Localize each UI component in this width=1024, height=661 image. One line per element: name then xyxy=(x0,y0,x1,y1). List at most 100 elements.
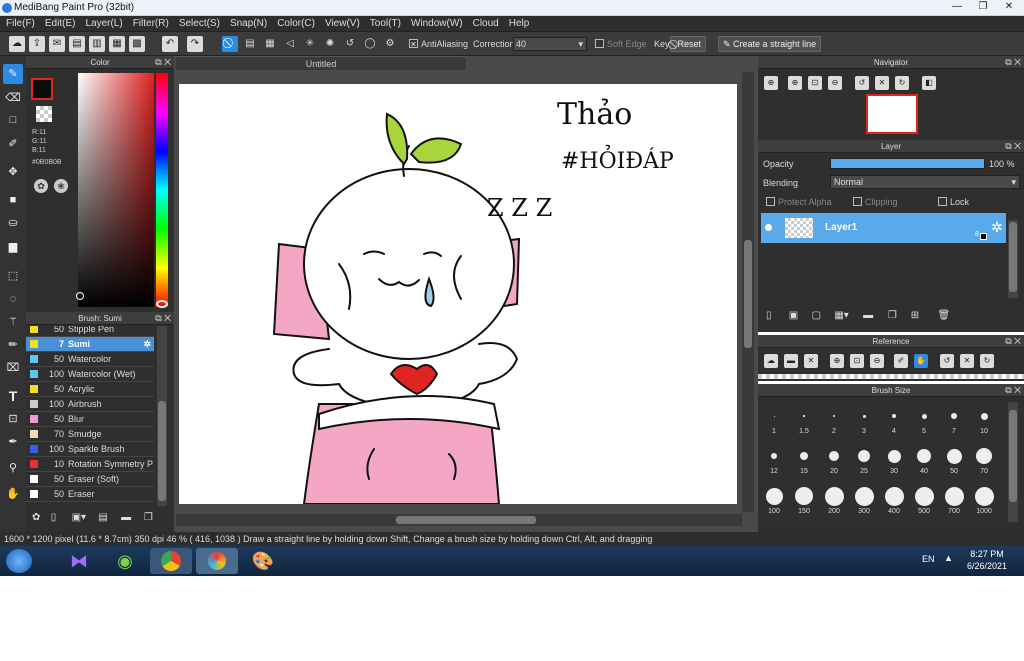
menu-select[interactable]: Select(S) xyxy=(174,16,225,32)
color-history-icon[interactable]: ❀ xyxy=(54,179,68,193)
reset-view-icon[interactable]: ✕ xyxy=(960,354,974,368)
fit-icon[interactable]: ⊡ xyxy=(850,354,864,368)
menu-view[interactable]: View(V) xyxy=(320,16,365,32)
upload-icon[interactable]: ⇪ xyxy=(29,36,45,52)
brush-list-item[interactable]: 50 Blur xyxy=(26,412,154,427)
brush-size-option[interactable]: 5 xyxy=(909,406,939,440)
cloud-icon[interactable]: ☁ xyxy=(9,36,25,52)
select-tool-icon[interactable]: ⬚ xyxy=(3,266,23,286)
rotate-right-icon[interactable]: ↻ xyxy=(980,354,994,368)
brush-size-option[interactable]: 7 xyxy=(939,406,969,440)
bucket-tool-icon[interactable]: ⛀ xyxy=(3,213,23,233)
brush-size-option[interactable]: 1 xyxy=(759,406,789,440)
brush-list-item[interactable]: 100 Watercolor (Wet) xyxy=(26,367,154,382)
foreground-color-swatch[interactable] xyxy=(31,78,53,100)
hand-tool-icon[interactable]: ✋ xyxy=(3,484,23,504)
visibility-icon[interactable] xyxy=(765,224,772,231)
brush-settings-icon[interactable]: ▤ xyxy=(98,512,118,523)
brush-size-option[interactable]: 50 xyxy=(939,446,969,480)
navigator-thumbnail[interactable] xyxy=(866,94,918,134)
gear-icon[interactable]: ✲ xyxy=(991,219,1003,236)
reset-button[interactable]: ⃠ Reset xyxy=(670,36,707,52)
menu-snap[interactable]: Snap(N) xyxy=(225,16,272,32)
scrollbar-thumb[interactable] xyxy=(158,401,166,501)
undo-icon[interactable]: ↶ xyxy=(162,36,178,52)
maximize-button[interactable]: ❐ xyxy=(970,0,996,14)
brush-list-item[interactable]: 50 Acrylic xyxy=(26,382,154,397)
hue-slider-handle[interactable] xyxy=(156,300,168,308)
menu-cloud[interactable]: Cloud xyxy=(468,16,504,32)
scrollbar-thumb[interactable] xyxy=(396,516,536,524)
new-layer-icon[interactable]: ▯ xyxy=(766,310,786,321)
gradient-tool-icon[interactable]: ▆ xyxy=(3,237,23,257)
clipping-checkbox[interactable] xyxy=(853,197,862,207)
chrome-icon[interactable] xyxy=(150,548,192,574)
panel-close-icon[interactable]: ⧉ ✕ xyxy=(1005,335,1021,348)
eyedropper-tool-icon[interactable]: ⚲ xyxy=(3,458,23,478)
panel-close-icon[interactable]: ⧉ ✕ xyxy=(1005,384,1021,397)
canvas-horizontal-scrollbar[interactable] xyxy=(176,514,742,526)
layer-scrollbar[interactable] xyxy=(1008,220,1018,298)
brush-size-scrollbar[interactable] xyxy=(1008,402,1018,522)
hand-icon[interactable]: ✋ xyxy=(914,354,928,368)
chat-icon[interactable]: ✉ xyxy=(49,36,65,52)
menu-color[interactable]: Color(C) xyxy=(272,16,320,32)
cross-snap-icon[interactable]: ▦ xyxy=(262,36,278,52)
gear-icon[interactable]: ⚙ xyxy=(382,36,398,52)
move-tool-icon[interactable]: ✥ xyxy=(3,162,23,182)
reset-view-icon[interactable]: ✕ xyxy=(875,76,889,90)
panel-close-icon[interactable]: ⧉ ✕ xyxy=(155,312,171,325)
scrollbar-thumb[interactable] xyxy=(744,240,752,348)
zoom-in-icon-2[interactable]: ⊕ xyxy=(788,76,802,90)
flip-icon[interactable]: ◧ xyxy=(922,76,936,90)
zoom-out-icon[interactable]: ⊖ xyxy=(828,76,842,90)
lock-checkbox[interactable] xyxy=(938,197,947,207)
layer-folder-icon[interactable]: ▬ xyxy=(863,310,885,321)
pen-tool-icon[interactable]: ✐ xyxy=(3,134,23,154)
zoom-in-icon[interactable]: ⊕ xyxy=(830,354,844,368)
brush-size-option[interactable]: 700 xyxy=(939,486,969,520)
brush-size-option[interactable]: 100 xyxy=(759,486,789,520)
rotate-right-icon[interactable]: ↻ xyxy=(895,76,909,90)
add-layer-menu-icon[interactable]: ▦▾ xyxy=(834,310,860,321)
brush-list-scrollbar[interactable] xyxy=(157,326,167,506)
duplicate-layer-icon[interactable]: ❐ xyxy=(888,310,908,321)
transparent-swatch[interactable] xyxy=(36,106,52,122)
reference-canvas[interactable] xyxy=(758,374,1024,379)
brush-tool-icon[interactable]: ✎ xyxy=(3,64,23,84)
fill-rect-tool-icon[interactable]: ■ xyxy=(3,190,23,210)
minimize-button[interactable]: — xyxy=(944,0,970,14)
eyedropper-icon[interactable]: ✐ xyxy=(894,354,908,368)
menu-window[interactable]: Window(W) xyxy=(406,16,468,32)
redo-icon[interactable]: ↷ xyxy=(187,36,203,52)
zoom-in-icon[interactable]: ⊕ xyxy=(764,76,778,90)
brush-size-option[interactable]: 4 xyxy=(879,406,909,440)
menu-layer[interactable]: Layer(L) xyxy=(80,16,127,32)
correction-select[interactable]: 40 ▾ xyxy=(513,37,587,51)
fit-icon[interactable]: ⊡ xyxy=(808,76,822,90)
brush-size-option[interactable]: 30 xyxy=(879,446,909,480)
gear-icon[interactable]: ✲ xyxy=(143,337,151,351)
duplicate-icon[interactable]: ❐ xyxy=(144,512,160,523)
start-button[interactable] xyxy=(6,549,32,573)
visual-studio-icon[interactable]: ⧓ xyxy=(58,548,100,574)
zoom-out-icon[interactable]: ⊖ xyxy=(870,354,884,368)
curve-snap-icon[interactable]: ↺ xyxy=(342,36,358,52)
drawing-canvas[interactable]: Z Z Z Thảo #HỎIĐÁP xyxy=(179,84,737,504)
folder-icon[interactable]: ▬ xyxy=(784,354,798,368)
brush-size-option[interactable]: 2 xyxy=(819,406,849,440)
brush-list-item[interactable]: 10 Rotation Symmetry P xyxy=(26,457,154,472)
circle-snap-icon[interactable]: ◯ xyxy=(362,36,378,52)
blending-select[interactable]: Normal ▾ xyxy=(830,175,1020,189)
rotate-left-icon[interactable]: ↺ xyxy=(940,354,954,368)
protect-alpha-checkbox[interactable] xyxy=(766,197,775,207)
brush-size-option[interactable]: 3 xyxy=(849,406,879,440)
parallel-snap-icon[interactable]: ▤ xyxy=(242,36,258,52)
operation-tool-icon[interactable]: ⊡ xyxy=(3,409,23,429)
canvas-vertical-scrollbar[interactable] xyxy=(742,72,754,512)
document-tab[interactable]: Untitled xyxy=(176,56,466,70)
brush-size-option[interactable]: 150 xyxy=(789,486,819,520)
divide-tool-icon[interactable]: ✒ xyxy=(3,432,23,452)
brush-size-option[interactable]: 200 xyxy=(819,486,849,520)
brush-size-option[interactable]: 20 xyxy=(819,446,849,480)
